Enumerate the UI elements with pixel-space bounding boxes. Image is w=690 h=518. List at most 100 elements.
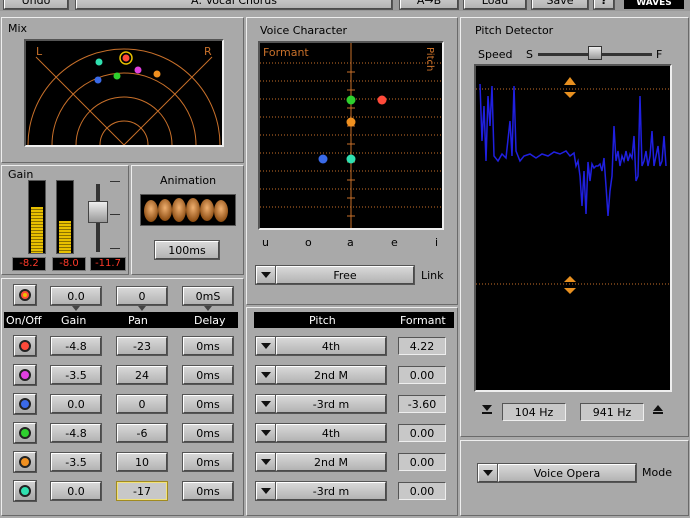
voice-gain-field[interactable]: 0.0 (51, 482, 101, 500)
voice-formant-field[interactable]: 4.22 (398, 337, 446, 355)
voice-onoff-button[interactable] (14, 481, 36, 501)
voice-onoff-button[interactable] (14, 336, 36, 356)
formant-axis-label: Formant (263, 46, 309, 59)
faces-icon (144, 198, 228, 222)
gain-meter-left (28, 180, 46, 254)
voice-pitch-select[interactable]: 4th (276, 337, 386, 355)
voice-pitch-dropdown-arrow[interactable] (256, 366, 276, 384)
preset-name-button[interactable]: A: Vocal Chorus (76, 0, 392, 9)
help-button[interactable]: ? (594, 0, 614, 9)
voice-pitch-dropdown-arrow[interactable] (256, 337, 276, 355)
voice-character-display[interactable]: Formant Pitch (258, 41, 444, 230)
voice-gain-field[interactable]: -3.5 (51, 453, 101, 471)
voice-delay-field[interactable]: 0ms (183, 482, 233, 500)
voice-pitch-select[interactable]: 4th (276, 424, 386, 442)
voice-led-icon (19, 456, 31, 468)
pitch-axis-label: Pitch (424, 47, 435, 72)
voice-gain-field[interactable]: -3.5 (51, 366, 101, 384)
onoff-header: On/Off (6, 314, 42, 327)
gain-fader-handle[interactable] (88, 201, 108, 223)
voice-formant-field[interactable]: 0.00 (398, 366, 446, 384)
chevron-down-icon (261, 401, 271, 407)
master-onoff-button[interactable] (14, 285, 36, 305)
voice-character-title: Voice Character (260, 24, 348, 37)
mix-display[interactable]: L R (24, 39, 224, 147)
voice-led-icon (19, 369, 31, 381)
voice-onoff-button[interactable] (14, 423, 36, 443)
voice-pan-field[interactable]: 0 (117, 395, 167, 413)
mix-left-line (35, 56, 125, 145)
voice-delay-field[interactable]: 0ms (183, 395, 233, 413)
link-mode-button[interactable]: Free (276, 266, 414, 284)
voice-gain-field[interactable]: 0.0 (51, 395, 101, 413)
gain-header: Gain (61, 314, 87, 327)
mode-select-button[interactable]: Voice Opera (498, 464, 636, 482)
pan-header: Pan (128, 314, 148, 327)
low-hz-down-icon[interactable] (482, 405, 492, 415)
voice-delay-field[interactable]: 0ms (183, 337, 233, 355)
mix-left-label: L (36, 45, 43, 58)
voice-pitch-dropdown-arrow[interactable] (256, 424, 276, 442)
vowel-labels: u o a e i (258, 236, 448, 250)
voice-pan-field[interactable]: -6 (117, 424, 167, 442)
voice-pitch-dropdown-arrow[interactable] (256, 395, 276, 413)
voice-delay-field[interactable]: 0ms (183, 366, 233, 384)
master-pan-field[interactable]: 0 (117, 287, 167, 305)
gain-fader-tick-mid (110, 214, 120, 215)
voice-formant-field[interactable]: 0.00 (398, 482, 446, 500)
save-button[interactable]: Save (532, 0, 588, 9)
voice-pan-field[interactable]: -17 (117, 482, 167, 500)
mix-title: Mix (8, 22, 28, 35)
vowel-u: u (262, 236, 269, 249)
master-led-icon (19, 289, 31, 301)
pitch-header: Pitch (309, 314, 336, 327)
chevron-down-icon (261, 430, 271, 436)
pitch-low-marker-up-icon (564, 276, 576, 282)
animation-time-button[interactable]: 100ms (155, 241, 219, 259)
gain-fader-tick-bot (110, 248, 120, 249)
voice-formant-field[interactable]: 0.00 (398, 453, 446, 471)
load-button[interactable]: Load (464, 0, 526, 9)
link-mode-dropdown-arrow[interactable] (256, 266, 276, 284)
voice-pan-field[interactable]: -23 (117, 337, 167, 355)
voice-dot-0 (377, 95, 387, 105)
high-hz-up-icon[interactable] (653, 405, 663, 415)
voice-gain-field[interactable]: -4.8 (51, 424, 101, 442)
low-hz-field[interactable]: 104 Hz (502, 403, 566, 421)
voice-onoff-button[interactable] (14, 452, 36, 472)
voice-led-icon (19, 427, 31, 439)
top-bar: Undo A: Vocal Chorus A→B Load Save ? WAV… (0, 0, 690, 11)
pitch-waveform-display (474, 64, 672, 392)
mix-arc-2 (51, 72, 197, 145)
master-delay-field[interactable]: 0mS (183, 287, 233, 305)
voice-pitch-select[interactable]: -3rd m (276, 482, 386, 500)
pitch-high-marker-down-icon (564, 92, 576, 98)
voice-dot-1 (346, 95, 356, 105)
voice-pitch-select[interactable]: 2nd M (276, 453, 386, 471)
voice-onoff-button[interactable] (14, 365, 36, 385)
voice-formant-field[interactable]: -3.60 (398, 395, 446, 413)
mode-dropdown-arrow[interactable] (478, 464, 498, 482)
mix-voice-dot-1 (153, 70, 161, 78)
voice-pan-field[interactable]: 24 (117, 366, 167, 384)
speed-label: Speed (478, 48, 513, 61)
speed-slider-handle[interactable] (588, 46, 602, 60)
voice-pitch-select[interactable]: -3rd m (276, 395, 386, 413)
voice-pitch-dropdown-arrow[interactable] (256, 482, 276, 500)
voice-pitch-select[interactable]: 2nd M (276, 366, 386, 384)
voice-delay-field[interactable]: 0ms (183, 453, 233, 471)
voice-pitch-dropdown-arrow[interactable] (256, 453, 276, 471)
ab-compare-button[interactable]: A→B (400, 0, 458, 9)
voice-gain-field[interactable]: -4.8 (51, 337, 101, 355)
mix-voice-dot-4 (134, 66, 142, 74)
voice-pan-field[interactable]: 10 (117, 453, 167, 471)
voice-delay-field[interactable]: 0ms (183, 424, 233, 442)
master-gain-field[interactable]: 0.0 (51, 287, 101, 305)
high-hz-field[interactable]: 941 Hz (580, 403, 644, 421)
voice-onoff-button[interactable] (14, 394, 36, 414)
voice-formant-field[interactable]: 0.00 (398, 424, 446, 442)
gain-meter-right (56, 180, 74, 254)
pitch-waveform-line (479, 83, 667, 217)
undo-button[interactable]: Undo (4, 0, 68, 9)
vowel-a: a (347, 236, 354, 249)
